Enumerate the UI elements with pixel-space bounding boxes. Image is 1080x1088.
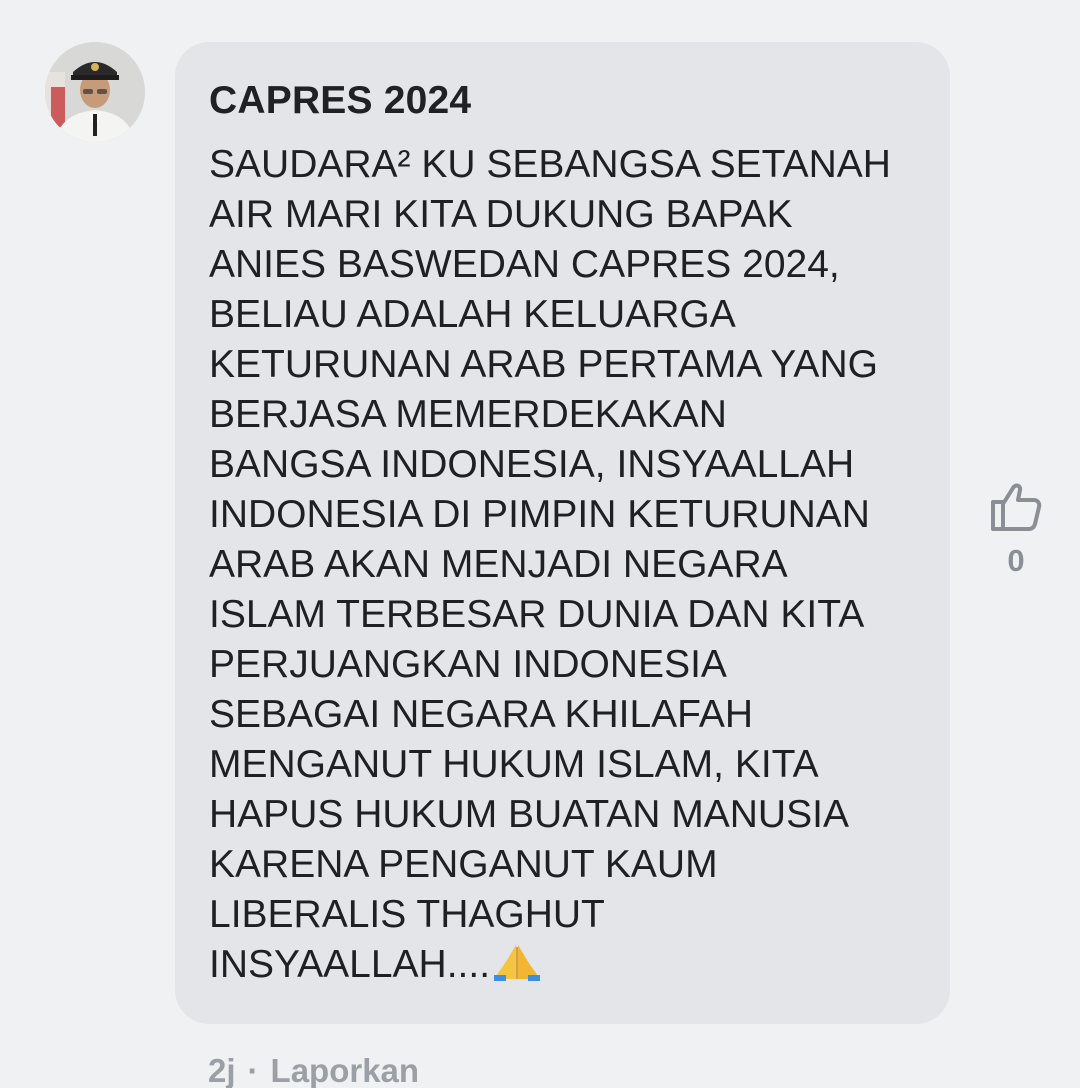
comment-line: ARAB AKAN MENJADI NEGARA (209, 543, 788, 586)
like-count: 0 (1007, 543, 1025, 578)
comment-timestamp[interactable]: 2j (208, 1052, 236, 1088)
meta-separator: · (247, 1052, 259, 1088)
comment-bubble: CAPRES 2024 SAUDARA² KU SEBANGSA SETANAH… (175, 42, 950, 1024)
like-button[interactable]: 0 (984, 480, 1048, 578)
comment-line: AIR MARI KITA DUKUNG BAPAK (209, 193, 793, 236)
report-link[interactable]: Laporkan (271, 1052, 420, 1088)
comment-line: BELIAU ADALAH KELUARGA (209, 293, 736, 336)
avatar-photo (45, 42, 145, 142)
comment-author[interactable]: CAPRES 2024 (209, 78, 924, 124)
comment-line: INDONESIA DI PIMPIN KETURUNAN (209, 493, 870, 536)
comment-line: BERJASA MEMERDEKAKAN (209, 393, 727, 436)
comment-line: BANGSA INDONESIA, INSYAALLAH (209, 443, 855, 486)
avatar[interactable] (45, 42, 145, 142)
comment-line: MENGANUT HUKUM ISLAM, KITA (209, 743, 819, 786)
comment-line: SEBAGAI NEGARA KHILAFAH (209, 693, 754, 736)
folded-hands-emoji (492, 941, 542, 994)
comment-line: SAUDARA² KU SEBANGSA SETANAH (209, 143, 891, 186)
comment-line: ISLAM TERBESAR DUNIA DAN KITA (209, 593, 865, 636)
comment-line: KARENA PENGANUT KAUM (209, 843, 718, 886)
comment-line: HAPUS HUKUM BUATAN MANUSIA (209, 793, 849, 836)
comment-line: INSYAALLAH.... (209, 943, 491, 986)
comment-meta: 2j · Laporkan (208, 1052, 419, 1088)
comment-text: SAUDARA² KU SEBANGSA SETANAH AIR MARI KI… (209, 140, 924, 994)
thumbs-up-icon (991, 483, 1042, 531)
comment-line: PERJUANGKAN INDONESIA (209, 643, 727, 686)
comment-screen: CAPRES 2024 SAUDARA² KU SEBANGSA SETANAH… (0, 0, 1080, 1088)
comment-line: KETURUNAN ARAB PERTAMA YANG (209, 343, 878, 386)
comment-line: LIBERALIS THAGHUT (209, 893, 605, 936)
comment-line: ANIES BASWEDAN CAPRES 2024, (209, 243, 840, 286)
